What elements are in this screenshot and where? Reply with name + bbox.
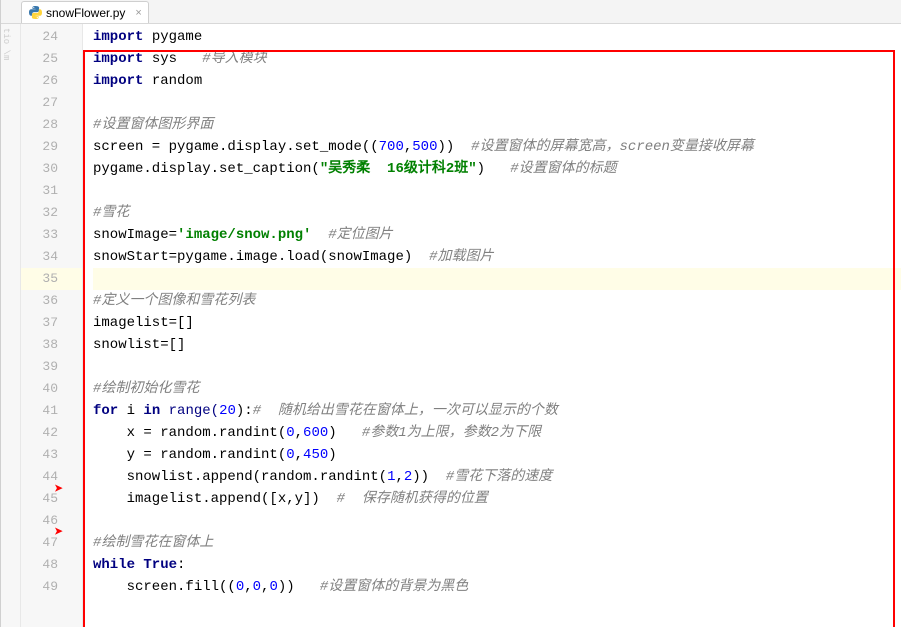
close-icon[interactable]: × — [135, 7, 141, 19]
line-number: 36 — [21, 290, 82, 312]
line-number-gutter: 2425262728293031323334353637383940414243… — [21, 24, 83, 627]
line-number: 30 — [21, 158, 82, 180]
code-line[interactable] — [93, 510, 901, 532]
line-number: 46 — [21, 510, 82, 532]
code-line[interactable]: #定义一个图像和雪花列表 — [93, 290, 901, 312]
ide-window: snowFlower.py × tio \m 24252627282930313… — [0, 0, 901, 627]
code-line[interactable]: y = random.randint(0,450) — [93, 444, 901, 466]
line-number: 26 — [21, 70, 82, 92]
code-line[interactable]: pygame.display.set_caption("吴秀柔 16级计科2班"… — [93, 158, 901, 180]
code-line[interactable]: for i in range(20):# 随机给出雪花在窗体上，一次可以显示的个… — [93, 400, 901, 422]
code-line[interactable]: snowImage='image/snow.png' #定位图片 — [93, 224, 901, 246]
code-line[interactable]: x = random.randint(0,600) #参数1为上限，参数2为下限 — [93, 422, 901, 444]
code-line[interactable]: import sys #导入模块 — [93, 48, 901, 70]
line-number: 40 — [21, 378, 82, 400]
line-number: 45 — [21, 488, 82, 510]
tab-bar: snowFlower.py × — [1, 0, 901, 24]
file-tab[interactable]: snowFlower.py × — [21, 1, 149, 23]
line-number: 39 — [21, 356, 82, 378]
line-number: 27 — [21, 92, 82, 114]
code-line[interactable]: import random — [93, 70, 901, 92]
code-area[interactable]: import pygameimport sys #导入模块import rand… — [83, 24, 901, 627]
line-number: 47 — [21, 532, 82, 554]
left-strip: tio \m — [1, 24, 21, 627]
line-number: 48 — [21, 554, 82, 576]
code-line[interactable]: imagelist.append([x,y]) # 保存随机获得的位置 — [93, 488, 901, 510]
line-number: 28 — [21, 114, 82, 136]
editor-area: tio \m 242526272829303132333435363738394… — [1, 24, 901, 627]
line-number: 25 — [21, 48, 82, 70]
line-number: 33 — [21, 224, 82, 246]
line-number: 35 — [21, 268, 82, 290]
code-line[interactable]: #绘制雪花在窗体上 — [93, 532, 901, 554]
code-line[interactable]: snowlist.append(random.randint(1,2)) #雪花… — [93, 466, 901, 488]
code-line[interactable]: #雪花 — [93, 202, 901, 224]
code-line[interactable] — [93, 92, 901, 114]
code-line[interactable]: screen = pygame.display.set_mode((700,50… — [93, 136, 901, 158]
line-number: 24 — [21, 26, 82, 48]
code-line[interactable]: imagelist=[] — [93, 312, 901, 334]
line-number: 44 — [21, 466, 82, 488]
line-number: 42 — [21, 422, 82, 444]
line-number: 43 — [21, 444, 82, 466]
code-line[interactable]: snowStart=pygame.image.load(snowImage) #… — [93, 246, 901, 268]
line-number: 29 — [21, 136, 82, 158]
code-line[interactable] — [93, 268, 901, 290]
code-line[interactable]: while True: — [93, 554, 901, 576]
code-line[interactable] — [93, 356, 901, 378]
line-number: 32 — [21, 202, 82, 224]
line-number: 34 — [21, 246, 82, 268]
code-line[interactable]: snowlist=[] — [93, 334, 901, 356]
line-number: 38 — [21, 334, 82, 356]
code-line[interactable]: #设置窗体图形界面 — [93, 114, 901, 136]
code-line[interactable] — [93, 180, 901, 202]
tab-filename: snowFlower.py — [46, 6, 125, 20]
line-number: 41 — [21, 400, 82, 422]
code-line[interactable]: #绘制初始化雪花 — [93, 378, 901, 400]
python-file-icon — [28, 6, 42, 20]
code-line[interactable]: import pygame — [93, 26, 901, 48]
line-number: 31 — [21, 180, 82, 202]
line-number: 37 — [21, 312, 82, 334]
line-number: 49 — [21, 576, 82, 598]
code-line[interactable]: screen.fill((0,0,0)) #设置窗体的背景为黑色 — [93, 576, 901, 598]
